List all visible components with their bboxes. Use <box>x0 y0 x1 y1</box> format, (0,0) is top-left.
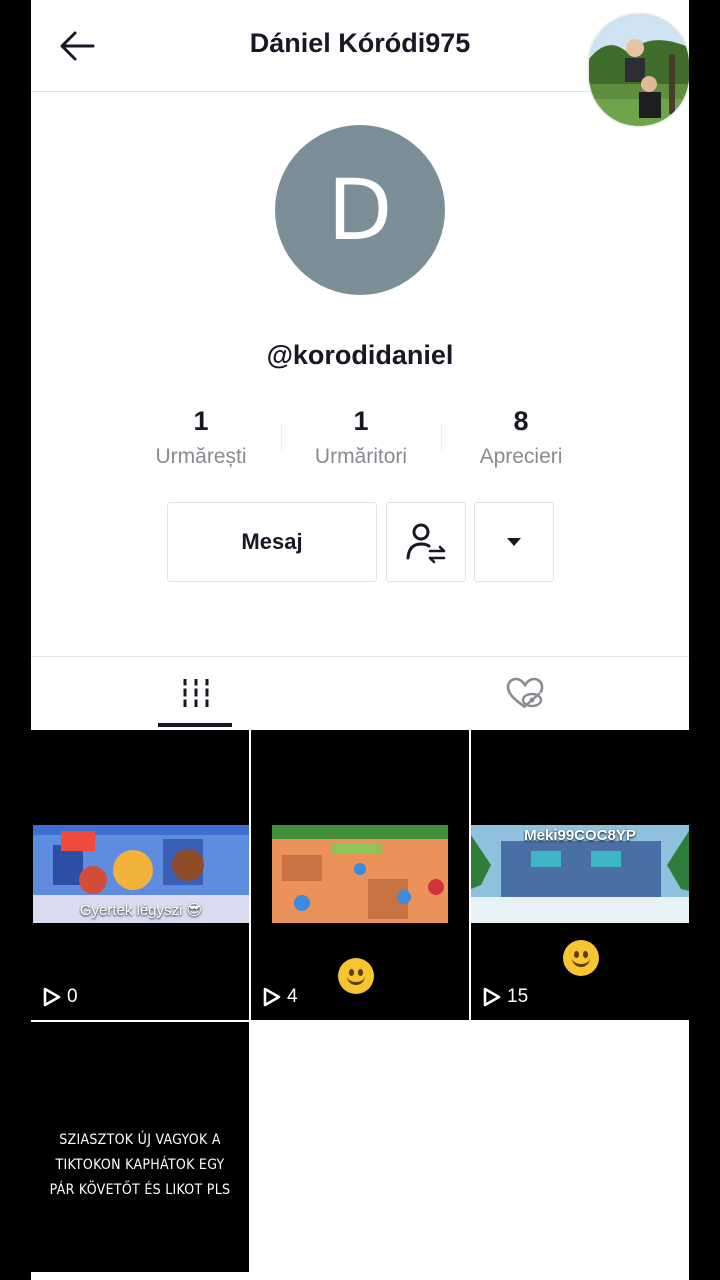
message-button[interactable]: Mesaj <box>167 502 377 582</box>
photo-thumbnail <box>589 14 689 126</box>
smiley-emoji-icon <box>563 940 599 976</box>
user-swap-icon <box>406 523 446 564</box>
video-caption: SZIASZTOK ÚJ VAGYOK A TIKTOKON KAPHÁTOK … <box>49 1132 231 1198</box>
follow-back-button[interactable] <box>386 502 466 582</box>
following-count: 1 <box>193 406 209 436</box>
view-count-value: 4 <box>287 986 298 1007</box>
profile-screen: Dániel Kóródi975 D @korodidaniel 1 Urmăr… <box>31 0 689 1280</box>
likes-count: 8 <box>513 406 529 436</box>
stat-following[interactable]: 1 Urmărești <box>121 402 281 476</box>
play-icon <box>263 987 281 1007</box>
grid-icon <box>181 679 210 707</box>
tab-videos[interactable] <box>31 657 360 729</box>
tab-liked[interactable] <box>360 657 689 729</box>
play-icon <box>483 987 501 1007</box>
profile-avatar[interactable]: D <box>275 125 445 295</box>
more-dropdown-button[interactable] <box>474 502 554 582</box>
play-icon <box>43 987 61 1007</box>
likes-label: Aprecieri <box>479 445 563 468</box>
view-count-value: 0 <box>67 986 78 1007</box>
smiley-emoji-icon <box>338 958 374 994</box>
video-caption: Meki99COC8YP <box>524 827 636 844</box>
stat-followers[interactable]: 1 Urmăritori <box>281 402 441 476</box>
liked-hidden-icon <box>506 677 543 709</box>
view-count: 4 <box>263 986 298 1008</box>
view-count: 0 <box>43 986 78 1008</box>
video-thumbnail: Meki99COC8YP <box>471 825 689 923</box>
video-tile[interactable]: SZIASZTOK ÚJ VAGYOK A TIKTOKON KAPHÁTOK … <box>31 1022 249 1272</box>
video-tile[interactable]: Meki99COC8YP 15 <box>471 730 689 1020</box>
video-thumbnail: Gyertek légyszi 😎 <box>33 825 249 923</box>
stat-likes[interactable]: 8 Aprecieri <box>441 402 601 476</box>
video-tile[interactable]: Gyertek légyszi 😎 0 <box>31 730 249 1020</box>
followers-label: Urmăritori <box>314 445 408 468</box>
view-count-value: 15 <box>507 986 529 1007</box>
avatar-letter: D <box>327 161 393 259</box>
floating-avatar-bubble[interactable] <box>587 12 689 128</box>
view-count: 15 <box>483 986 528 1008</box>
video-tile[interactable]: 4 <box>251 730 469 1020</box>
video-thumbnail <box>272 825 448 923</box>
video-caption: Gyertek légyszi 😎 <box>79 902 203 919</box>
following-label: Urmărești <box>155 445 247 468</box>
content-tabs <box>31 656 689 728</box>
caret-down-icon <box>507 538 521 546</box>
username: @korodidaniel <box>266 340 454 370</box>
followers-count: 1 <box>353 406 369 436</box>
tab-indicator <box>158 723 232 727</box>
profile-stats: 1 Urmărești 1 Urmăritori 8 Aprecieri <box>121 402 601 476</box>
